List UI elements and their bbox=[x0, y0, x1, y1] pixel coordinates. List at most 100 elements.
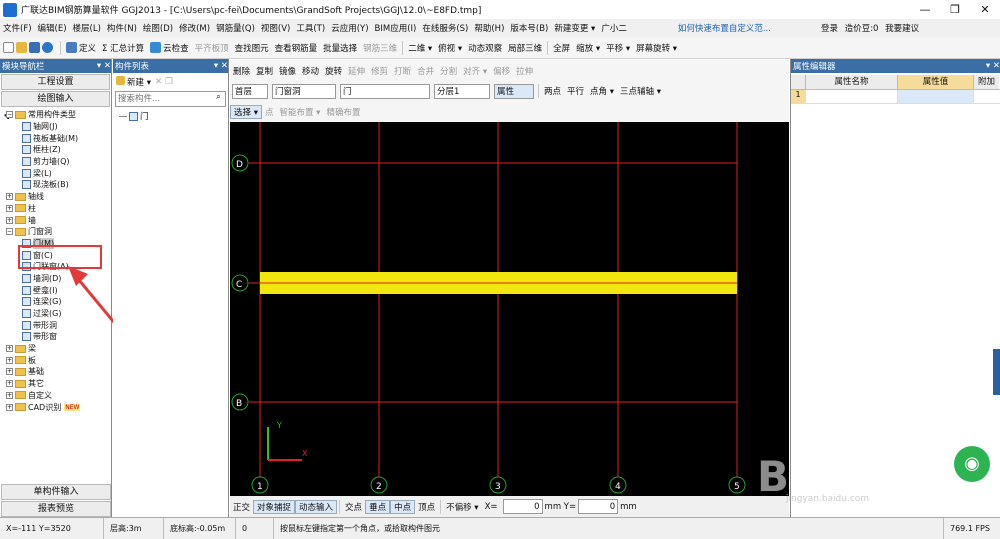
select-dropdown[interactable]: 选择 ▾ bbox=[230, 104, 262, 119]
parallel-button[interactable]: 平行 bbox=[564, 85, 587, 97]
close-button[interactable]: ✕ bbox=[970, 3, 1000, 16]
undo-icon[interactable] bbox=[42, 42, 53, 53]
copy-button[interactable]: 复制 bbox=[253, 65, 276, 77]
new-file-icon[interactable] bbox=[3, 42, 14, 53]
panel-pin-icon[interactable]: ▾ ✕ bbox=[986, 61, 1000, 71]
menu-cloud[interactable]: 云应用(Y) bbox=[328, 22, 371, 34]
tree-item[interactable]: 轴网(J) bbox=[0, 121, 112, 133]
tree-item[interactable]: + 柱 bbox=[0, 203, 112, 215]
menu-new-change[interactable]: 新建变更 ▾ bbox=[551, 22, 598, 34]
maximize-button[interactable]: ❐ bbox=[940, 3, 970, 16]
tree-item[interactable]: + 墙 bbox=[0, 214, 112, 226]
expand-icon[interactable]: + bbox=[6, 391, 13, 399]
suggest-button[interactable]: 我要建议 bbox=[885, 24, 919, 34]
tree-item[interactable]: 剪力墙(Q) bbox=[0, 156, 112, 168]
menu-file[interactable]: 文件(F) bbox=[0, 22, 35, 34]
zoom-dropdown[interactable]: 缩放 ▾ bbox=[573, 42, 603, 54]
tree-item[interactable]: + 轴线 bbox=[0, 191, 112, 203]
define-button[interactable]: 定义 bbox=[63, 42, 99, 54]
tree-item[interactable]: 现浇板(B) bbox=[0, 179, 112, 191]
wifi-icon[interactable]: ◉ bbox=[954, 446, 990, 482]
expand-icon[interactable]: + bbox=[6, 193, 13, 201]
three-point-axis-dropdown[interactable]: 三点辅轴 ▾ bbox=[617, 85, 664, 97]
merge-button[interactable]: 合并 bbox=[414, 65, 437, 77]
batch-select-button[interactable]: 批量选择 bbox=[320, 42, 360, 54]
top-view-dropdown[interactable]: 俯视 ▾ bbox=[435, 42, 465, 54]
component-search-input[interactable] bbox=[116, 92, 212, 106]
screen-rotate-dropdown[interactable]: 屏幕旋转 ▾ bbox=[633, 42, 680, 54]
report-preview-button[interactable]: 报表预览 bbox=[1, 501, 111, 517]
offset-button[interactable]: 偏移 bbox=[490, 65, 513, 77]
menu-modify[interactable]: 修改(M) bbox=[176, 22, 213, 34]
split-button[interactable]: 分割 bbox=[437, 65, 460, 77]
point-button[interactable]: 点 bbox=[262, 106, 277, 118]
login-button[interactable]: 登录 bbox=[821, 24, 838, 34]
expand-icon[interactable]: + bbox=[6, 380, 13, 388]
flush-slab-top-button[interactable]: 平齐板顶 bbox=[192, 42, 232, 54]
expand-icon[interactable]: + bbox=[6, 204, 13, 212]
mirror-button[interactable]: 镜像 bbox=[276, 65, 299, 77]
category-select[interactable]: 门窗洞 bbox=[272, 83, 336, 99]
search-icon[interactable]: ⌕ bbox=[212, 92, 225, 106]
copy-icon[interactable]: ❐ bbox=[165, 77, 173, 87]
dynamic-observe-button[interactable]: 动态观察 bbox=[465, 42, 505, 54]
expand-icon[interactable]: + bbox=[6, 356, 13, 364]
prop-extra-cell[interactable] bbox=[973, 90, 999, 103]
expand-icon[interactable]: + bbox=[6, 216, 13, 224]
y-offset-input[interactable]: 0 bbox=[578, 499, 619, 514]
minimize-button[interactable]: — bbox=[910, 3, 940, 16]
precise-place-button[interactable]: 精确布置 bbox=[323, 106, 363, 118]
new-component-button[interactable]: 新建 ▾ bbox=[116, 76, 151, 88]
extend-button[interactable]: 延伸 bbox=[345, 65, 368, 77]
trim-button[interactable]: 修剪 bbox=[368, 65, 391, 77]
type-select[interactable]: 门 bbox=[340, 83, 430, 99]
menu-bim[interactable]: BIM应用(I) bbox=[372, 22, 420, 34]
menu-rebar[interactable]: 钢筋量(Q) bbox=[213, 22, 258, 34]
properties-button[interactable]: 属性 bbox=[494, 83, 534, 99]
align-dropdown[interactable]: 对齐 ▾ bbox=[460, 65, 490, 77]
break-button[interactable]: 打断 bbox=[391, 65, 414, 77]
tree-item[interactable]: 框柱(Z) bbox=[0, 144, 112, 156]
floor-select[interactable]: 首层 bbox=[232, 83, 268, 99]
tree-item[interactable]: 梁(L) bbox=[0, 167, 112, 179]
x-offset-input[interactable]: 0 bbox=[502, 499, 543, 514]
pan-dropdown[interactable]: 平移 ▾ bbox=[603, 42, 633, 54]
menu-view[interactable]: 视图(V) bbox=[258, 22, 293, 34]
panel-pin-icon[interactable]: ▾ ✕ bbox=[97, 61, 111, 71]
open-file-icon[interactable] bbox=[16, 42, 27, 53]
perpendicular-snap[interactable]: 垂点 bbox=[365, 499, 391, 514]
two-point-button[interactable]: 两点 bbox=[541, 85, 564, 97]
expand-icon[interactable]: + bbox=[6, 368, 13, 376]
move-button[interactable]: 移动 bbox=[299, 65, 322, 77]
smart-place-dropdown[interactable]: 智能布置 ▾ bbox=[276, 106, 323, 118]
layer-select[interactable]: 分层1 bbox=[434, 83, 490, 99]
menu-version[interactable]: 版本号(B) bbox=[507, 22, 551, 34]
rebar-3d-button[interactable]: 钢筋三维 bbox=[360, 42, 400, 54]
menu-draw[interactable]: 绘图(D) bbox=[140, 22, 176, 34]
help-hint-link[interactable]: 如何快速布置自定义范... bbox=[678, 22, 771, 34]
midpoint-snap[interactable]: 中点 bbox=[390, 499, 416, 514]
object-snap-toggle[interactable]: 对象捕捉 bbox=[253, 499, 296, 514]
prop-value-cell[interactable] bbox=[897, 90, 973, 103]
menu-help[interactable]: 帮助(H) bbox=[471, 22, 507, 34]
project-settings-button[interactable]: 工程设置 bbox=[1, 74, 110, 90]
tree-item[interactable]: − 常用构件类型 bbox=[0, 109, 112, 121]
menu-guangxiaoer[interactable]: 广小二 bbox=[598, 22, 630, 34]
delete-icon[interactable]: ✕ bbox=[155, 77, 162, 87]
single-component-input-button[interactable]: 单构件输入 bbox=[1, 484, 111, 500]
side-tab[interactable] bbox=[993, 349, 1000, 395]
collapse-icon[interactable]: − bbox=[6, 111, 13, 119]
drawing-input-button[interactable]: 绘图输入 bbox=[1, 91, 110, 107]
menu-component[interactable]: 构件(N) bbox=[104, 22, 140, 34]
tree-item[interactable]: 筏板基础(M) bbox=[0, 132, 112, 144]
save-icon[interactable] bbox=[29, 42, 40, 53]
expand-icon[interactable]: + bbox=[6, 345, 13, 353]
cloud-check-button[interactable]: 云检查 bbox=[147, 42, 192, 54]
panel-pin-icon[interactable]: ▾ ✕ bbox=[214, 61, 228, 71]
ortho-toggle[interactable]: 正交 bbox=[230, 501, 253, 513]
find-element-button[interactable]: 查找图元 bbox=[232, 42, 272, 54]
prop-name-cell[interactable] bbox=[805, 90, 897, 103]
view-rebar-qty-button[interactable]: 查看钢筋量 bbox=[272, 42, 321, 54]
menu-edit[interactable]: 编辑(E) bbox=[35, 22, 70, 34]
dynamic-input-toggle[interactable]: 动态输入 bbox=[295, 499, 338, 514]
